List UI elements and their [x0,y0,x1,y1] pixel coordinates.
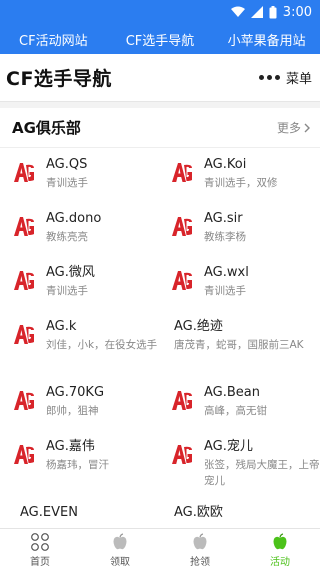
menu-label: 菜单 [285,72,312,87]
bottom-nav-grab[interactable]: 抢领 [160,532,240,568]
player-item[interactable]: AG.Bean 高峰，高无钳 [158,376,320,430]
player-desc: 青训选手 [204,285,246,297]
tab-cf-activity[interactable]: CF活动网站 [0,30,107,49]
bottom-nav-label: 首页 [30,556,50,568]
player-desc: 张签，残局大魔王，上帝宠儿 [204,459,320,487]
tab-backup-site[interactable]: 小苹果备用站 [213,30,320,49]
page-header: CF选手导航 菜单 [0,54,320,102]
apple-icon [113,532,127,549]
ag-logo-icon [172,163,192,182]
player-desc: 高峰，高无钳 [204,405,267,417]
club-title: AG俱乐部 [12,119,81,137]
player-desc: 青训选手 [46,177,88,189]
player-desc: 郎帅，狙神 [46,405,99,417]
ag-logo-icon [14,217,34,236]
player-desc: 教练李杨 [204,231,246,243]
ag-logo-icon [14,163,34,182]
more-link[interactable]: 更多 [277,119,310,136]
player-item[interactable]: AG.嘉伟杨嘉玮，冒汗 [0,430,158,496]
ag-logo-icon [172,217,192,236]
player-desc: 唐茂青，蛇哥，国服前三AK [174,339,304,351]
player-name: AG.70KG [46,385,105,400]
player-item[interactable]: AG.wxl 青训选手 [158,256,320,310]
player-item[interactable]: AG.EVEN [0,496,158,528]
player-name: AG.dono [46,211,102,226]
ag-logo-icon [14,325,34,344]
wifi-icon [230,6,245,17]
ag-logo-icon [14,271,34,290]
player-name: AG.sir [204,211,243,226]
player-desc: 刘佳，小k，在役女选手 [46,339,158,351]
player-item[interactable]: AG.k 刘佳，小k，在役女选手 [0,310,158,376]
more-dots-icon [258,75,280,80]
player-item[interactable]: AG.微风青训选手 [0,256,158,310]
bottom-nav-home[interactable]: 首页 [0,532,80,568]
player-desc: 青训选手 [46,285,88,297]
apple-icon [193,532,207,549]
club-card: AG俱乐部 更多 AG.QS 青训选手 AG.Koi 青训选手，双修 AG.dono… [0,108,320,528]
bottom-nav-label: 抢领 [190,556,210,568]
player-item[interactable]: AG.欧欧 [158,496,320,528]
signal-icon [250,6,263,18]
chevron-right-icon [304,123,310,132]
page-title: CF选手导航 [6,68,112,90]
player-name: AG.QS [46,157,88,172]
player-name: AG.wxl [204,265,249,280]
player-grid: AG.QS 青训选手 AG.Koi 青训选手，双修 AG.dono 教练亮亮 AG.s… [0,148,320,528]
grid-circles-icon [31,532,49,551]
player-desc: 青训选手，双修 [204,177,278,189]
bottom-nav-activity[interactable]: 活动 [240,532,320,568]
player-name: AG.Koi [204,157,247,172]
top-nav: CF活动网站 CF选手导航 小苹果备用站 [0,24,320,54]
player-item[interactable]: AG.绝迹唐茂青，蛇哥，国服前三AK [158,310,320,376]
card-header: AG俱乐部 更多 [0,108,320,148]
player-item[interactable]: AG.Koi 青训选手，双修 [158,148,320,202]
ag-logo-icon [14,445,34,464]
player-item[interactable]: AG.70KG 郎帅，狙神 [0,376,158,430]
player-name: AG.宠儿 [204,439,253,454]
ag-logo-icon [172,445,192,464]
player-name: AG.k [46,319,77,334]
player-item[interactable]: AG.宠儿张签，残局大魔王，上帝宠儿 [158,430,320,496]
bottom-nav-label: 领取 [110,556,130,568]
player-item[interactable]: AG.sir 教练李杨 [158,202,320,256]
menu-button[interactable]: 菜单 [258,68,312,87]
player-name: AG.嘉伟 [46,439,95,454]
ag-logo-icon [14,391,34,410]
player-name: AG.EVEN [20,505,78,520]
bottom-nav-label: 活动 [270,556,290,568]
bottom-nav-claim[interactable]: 领取 [80,532,160,568]
player-item[interactable]: AG.QS 青训选手 [0,148,158,202]
bottom-nav: 首页 领取 抢领 活动 [0,528,320,570]
player-desc: 杨嘉玮，冒汗 [46,459,109,471]
status-time: 3:00 [282,4,312,20]
player-name: AG.Bean [204,385,260,400]
status-bar: 3:00 [0,0,320,24]
more-label: 更多 [276,121,301,135]
player-item[interactable]: AG.dono 教练亮亮 [0,202,158,256]
tab-cf-players[interactable]: CF选手导航 [107,30,214,49]
battery-icon [269,5,277,18]
player-name: AG.绝迹 [174,319,223,334]
player-name: AG.微风 [46,265,95,280]
ag-logo-icon [172,271,192,290]
player-name: AG.欧欧 [174,505,223,520]
ag-logo-icon [172,391,192,410]
player-desc: 教练亮亮 [46,231,88,243]
apple-icon [273,532,287,549]
